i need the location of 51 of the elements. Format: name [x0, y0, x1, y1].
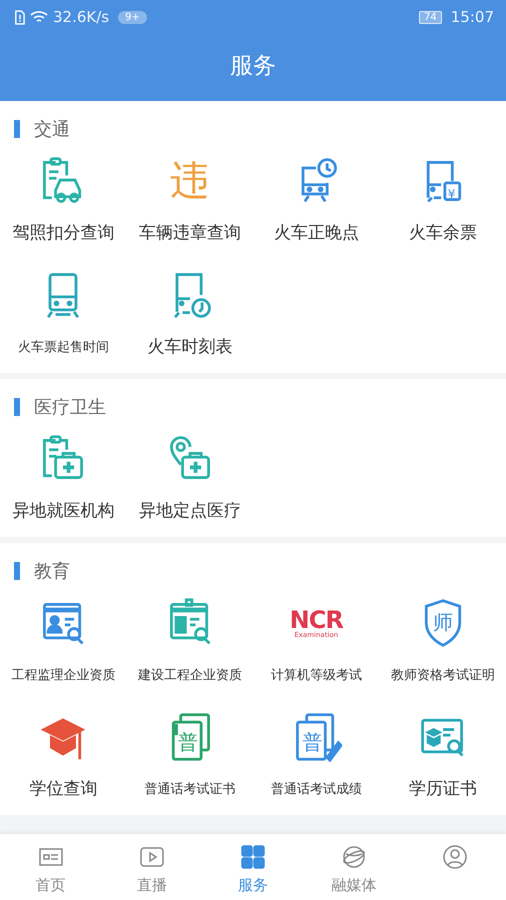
page-title: 服务 [229, 52, 277, 81]
user-icon [442, 844, 468, 870]
battery-indicator: 74 [419, 10, 442, 24]
service-item[interactable]: 普 普通话考试成绩 [253, 701, 380, 815]
service-item[interactable]: 建设工程企业资质 [126, 587, 253, 701]
service-label: 建设工程企业资质 [138, 667, 242, 684]
service-item[interactable]: 普 普通话考试证书 [126, 701, 253, 815]
service-item[interactable]: 异地定点医疗 [126, 423, 253, 537]
section-title: 交通 [34, 118, 70, 141]
service-label: 普通话考试证书 [144, 780, 236, 798]
service-label: 火车正晚点 [274, 222, 359, 244]
section-marker [14, 398, 20, 416]
service-item[interactable]: 违 车辆违章查询 [126, 145, 253, 259]
service-label: 计算机等级考试 [270, 667, 362, 684]
service-item[interactable]: 师 教师资格考试证明 [380, 587, 506, 701]
service-label: 火车余票 [408, 222, 477, 244]
nav-tab[interactable]: 融媒体 [304, 834, 405, 900]
service-item[interactable]: 学历证书 [380, 701, 506, 815]
section-marker [14, 562, 20, 580]
section-title: 教育 [34, 560, 70, 583]
service-item[interactable]: 火车正晚点 [253, 145, 380, 259]
character-icon: 违 [164, 155, 216, 207]
service-item[interactable]: 学位查询 [0, 701, 126, 815]
service-label: 火车票起售时间 [18, 339, 109, 356]
nav-tab[interactable]: 直播 [101, 834, 202, 900]
service-label: 工程监理企业资质 [11, 667, 116, 684]
globe-icon [341, 844, 368, 870]
service-label: 驾照扣分查询 [12, 222, 114, 244]
service-label: 异地就医机构 [12, 500, 114, 522]
service-label: 学位查询 [29, 778, 98, 800]
network-speed: 32.6K/s [53, 8, 110, 26]
grid-icon [240, 844, 266, 870]
service-label: 车辆违章查询 [138, 222, 241, 244]
notification-count: 9+ [118, 10, 147, 24]
sim-alert-icon [14, 10, 25, 24]
service-item[interactable]: 驾照扣分查询 [0, 145, 126, 259]
service-item[interactable]: 异地就医机构 [0, 423, 126, 537]
wifi-icon [30, 10, 48, 24]
service-label: 教师资格考试证明 [390, 667, 495, 684]
service-item[interactable]: 工程监理企业资质 [0, 587, 126, 701]
section-title: 医疗卫生 [34, 396, 106, 419]
service-label: 异地定点医疗 [138, 500, 241, 522]
nav-tab[interactable]: 首页 [0, 834, 102, 900]
service-label: 火车时刻表 [147, 336, 232, 358]
service-label: 学历证书 [408, 778, 477, 800]
section-marker [14, 120, 20, 138]
clock-time: 15:07 [450, 8, 494, 26]
service-item[interactable]: 火车票起售时间 [0, 259, 126, 373]
service-label: 普通话考试成绩 [270, 780, 362, 798]
service-item[interactable]: 火车时刻表 [126, 259, 253, 373]
service-item[interactable]: ¥ 火车余票 [380, 145, 506, 259]
